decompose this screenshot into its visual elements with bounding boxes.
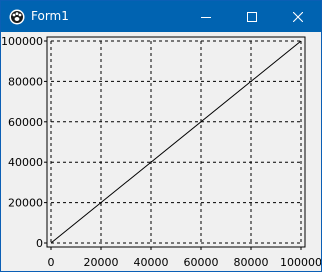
x-tick-label: 80000 (234, 256, 269, 269)
y-tick-label: 60000 (8, 116, 43, 129)
line-chart: 0 20000 40000 60000 80000 100000 0 20000 40000 60… (1, 35, 321, 269)
window: Form1 0 20000 40000 60000 80000 100000 0 20000 4… (0, 0, 322, 272)
window-title: Form1 (31, 9, 69, 23)
y-tick-label: 80000 (8, 75, 43, 88)
x-tick-label: 0 (48, 256, 55, 269)
close-icon (293, 11, 303, 22)
minimize-button[interactable] (183, 1, 229, 32)
form-client-area: 0 20000 40000 60000 80000 100000 0 20000 40000 60… (1, 32, 321, 271)
y-tick-label: 40000 (8, 156, 43, 169)
app-icon[interactable] (9, 9, 25, 25)
y-tick-label: 0 (36, 237, 43, 250)
y-tick-label: 20000 (8, 197, 43, 210)
maximize-icon (247, 11, 257, 22)
x-tick-label: 100000 (280, 256, 321, 269)
x-tick-label: 60000 (184, 256, 219, 269)
maximize-button[interactable] (229, 1, 275, 32)
title-bar[interactable]: Form1 (1, 1, 321, 32)
x-tick-label: 40000 (134, 256, 169, 269)
minimize-icon (201, 16, 211, 18)
x-tick-label: 20000 (84, 256, 119, 269)
close-button[interactable] (275, 1, 321, 32)
y-tick-label: 100000 (1, 35, 43, 48)
